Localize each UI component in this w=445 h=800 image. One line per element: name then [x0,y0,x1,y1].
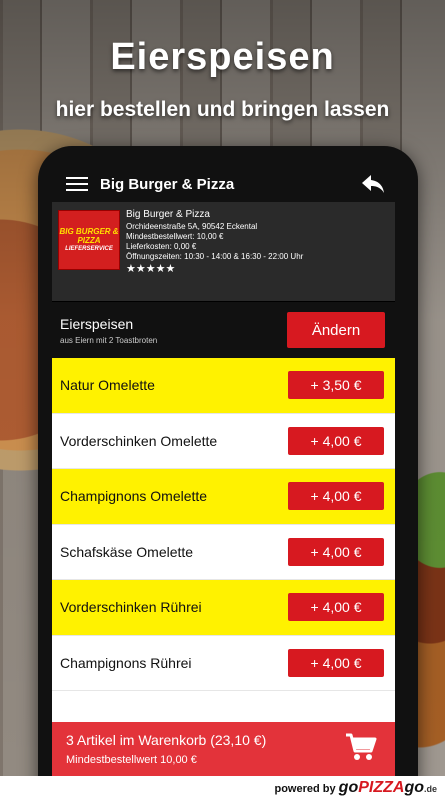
category-subtitle: aus Eiern mit 2 Toastbroten [60,335,158,345]
logo-text-sub: LIEFERSERVICE [65,245,113,252]
add-product-button[interactable]: + 4,00 € [288,426,384,455]
product-row[interactable]: Champignons Omelette + 4,00 € [52,469,395,525]
footer: powered by goPIZZAgo.de [0,776,445,800]
add-product-button[interactable]: + 4,00 € [288,648,384,677]
add-product-button[interactable]: + 4,00 € [288,537,384,566]
restaurant-info: Big Burger & Pizza Orchideenstraße 5A, 9… [126,210,303,295]
restaurant-delivery-cost: Lieferkosten: 0,00 € [126,242,197,251]
product-row[interactable]: Schafskäse Omelette + 4,00 € [52,524,395,580]
product-name: Champignons Omelette [60,488,208,505]
page-headline: Eierspeisen [110,36,335,78]
product-row[interactable]: Champignons Rührei + 4,00 € [52,635,395,691]
product-row[interactable]: Vorderschinken Rührei + 4,00 € [52,580,395,636]
powered-by-label: powered by [274,783,336,795]
restaurant-logo: BIG BURGER & PIZZA LIEFERSERVICE [58,210,120,270]
product-name: Vorderschinken Omelette [60,432,218,449]
product-name: Natur Omelette [60,377,155,394]
cart-bar[interactable]: 3 Artikel im Warenkorb (23,10 €) Mindest… [52,722,395,776]
cart-summary: 3 Artikel im Warenkorb (23,10 €) [66,732,267,748]
shopping-cart-icon[interactable] [345,732,377,762]
product-name: Vorderschinken Rührei [60,599,202,616]
add-product-button[interactable]: + 4,00 € [288,593,384,622]
restaurant-name: Big Burger & Pizza [126,209,210,220]
category-header: Eierspeisen aus Eiern mit 2 Toastbroten … [52,302,395,358]
category-title: Eierspeisen [60,315,134,332]
product-name: Schafskäse Omelette [60,543,194,560]
gopizzago-logo: goPIZZAgo [338,779,424,796]
powered-by[interactable]: powered by goPIZZAgo.de [274,779,437,797]
restaurant-min-order: Mindestbestellwert: 10,00 € [126,232,224,241]
change-category-button[interactable]: Ändern [287,312,385,348]
rating-stars: ★★★★★ [126,263,176,275]
product-list: Natur Omelette + 3,50 € Vorderschinken O… [52,358,395,691]
restaurant-hours: Öffnungszeiten: 10:30 - 14:00 & 16:30 - … [126,252,304,261]
menu-icon[interactable] [66,177,88,191]
app-screen: Big Burger & Pizza BIG BURGER & PIZZA LI… [52,166,395,776]
page-subline: hier bestellen und bringen lassen [55,98,390,121]
product-row[interactable]: Vorderschinken Omelette + 4,00 € [52,413,395,469]
app-bar: Big Burger & Pizza [52,166,395,202]
add-product-button[interactable]: + 3,50 € [288,371,384,400]
restaurant-address: Orchideenstraße 5A, 90542 Eckental [126,222,258,231]
logo-text-main: BIG BURGER & PIZZA [59,226,119,245]
cart-min-order: Mindestbestellwert 10,00 € [66,754,197,766]
product-name: Champignons Rührei [60,654,192,671]
add-product-button[interactable]: + 4,00 € [288,482,384,511]
product-row[interactable]: Natur Omelette + 3,50 € [52,358,395,414]
restaurant-card[interactable]: BIG BURGER & PIZZA LIEFERSERVICE Big Bur… [52,202,395,302]
back-arrow-icon[interactable] [359,170,387,198]
app-bar-title: Big Burger & Pizza [100,175,235,193]
